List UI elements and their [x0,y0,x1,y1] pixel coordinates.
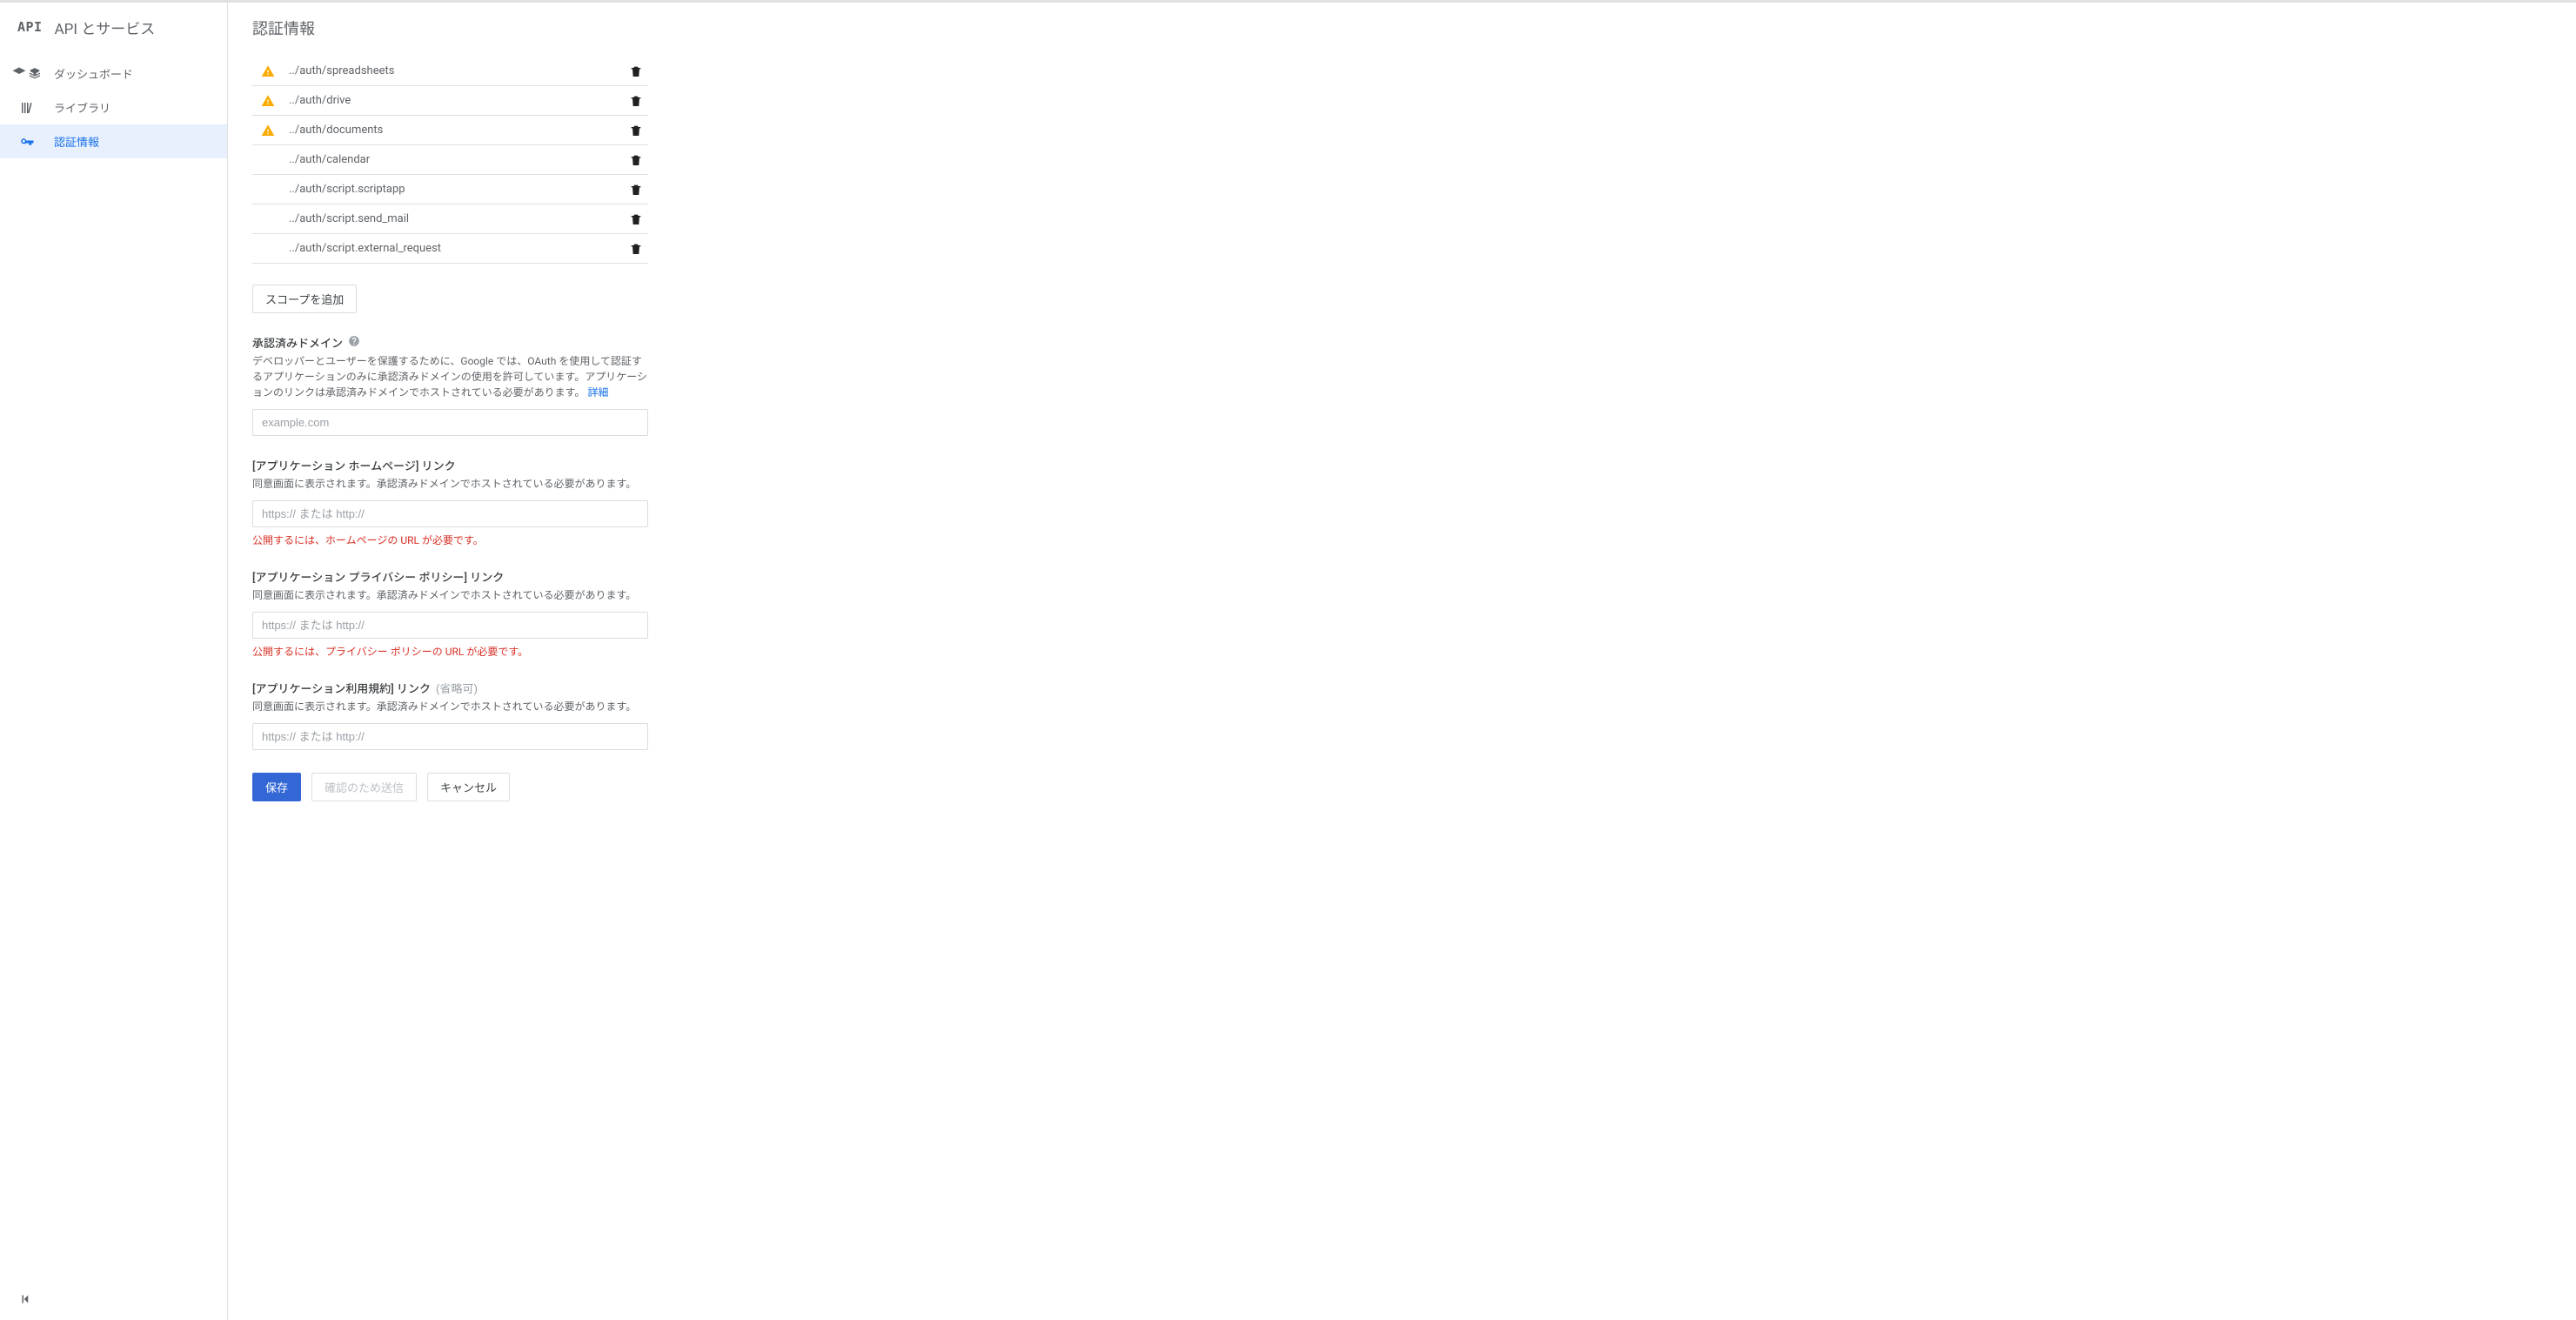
tos-url-input[interactable] [252,723,648,750]
section-title-text: [アプリケーション ホームページ] リンク [252,457,456,473]
delete-scope-button[interactable] [627,63,645,80]
trash-icon [629,212,643,226]
scope-path: ../auth/script.scriptapp [289,183,405,196]
optional-label: (省略可) [436,680,478,696]
sidebar-title: API とサービス [55,17,156,38]
section-title-text: 承認済みドメイン [252,334,343,351]
section-desc: デベロッパーとユーザーを保護するために、Google では、OAuth を使用し… [252,353,648,400]
page-title: 認証情報 [252,3,2552,57]
scope-row: ../auth/script.send_mail [252,204,648,234]
authorized-domain-input[interactable] [252,409,648,436]
api-logo: API [17,19,43,35]
scope-path: ../auth/documents [289,124,383,137]
scope-row: ../auth/script.external_request [252,234,648,264]
error-message: 公開するには、プライバシー ポリシーの URL が必要です。 [252,644,648,659]
help-icon[interactable] [348,335,360,351]
details-link[interactable]: 詳細 [587,386,608,399]
save-button[interactable]: 保存 [252,773,301,801]
section-desc: 同意画面に表示されます。承認済みドメインでホストされている必要があります。 [252,587,648,603]
collapse-sidebar-button[interactable] [16,1289,37,1310]
dashboard-icon [19,66,35,82]
delete-scope-button[interactable] [627,151,645,169]
scope-row: ../auth/drive [252,86,648,116]
cancel-button[interactable]: キャンセル [427,773,510,801]
section-desc: 同意画面に表示されます。承認済みドメインでホストされている必要があります。 [252,699,648,714]
scope-path: ../auth/spreadsheets [289,64,394,77]
scope-path: ../auth/script.send_mail [289,212,409,225]
section-title-text: [アプリケーション プライバシー ポリシー] リンク [252,568,504,585]
add-scope-button[interactable]: スコープを追加 [252,285,357,313]
delete-scope-button[interactable] [627,211,645,228]
scope-path: ../auth/script.external_request [289,242,441,255]
section-title-text: [アプリケーション利用規約] リンク [252,680,431,696]
authorized-domains-section: 承認済みドメイン デベロッパーとユーザーを保護するために、Google では、O… [252,334,648,436]
trash-icon [629,242,643,256]
delete-scope-button[interactable] [627,181,645,198]
sidebar: API API とサービス ダッシュボード ライブラリ [0,3,228,1320]
scope-path: ../auth/drive [289,94,351,107]
scope-list: ../auth/spreadsheets ../auth/drive ../auth… [252,57,648,264]
sidebar-item-library[interactable]: ライブラリ [0,90,227,124]
privacy-link-section: [アプリケーション プライバシー ポリシー] リンク 同意画面に表示されます。承… [252,568,648,659]
sidebar-item-dashboard[interactable]: ダッシュボード [0,57,227,90]
sidebar-item-label: ライブラリ [54,99,110,116]
scope-row: ../auth/script.scriptapp [252,175,648,204]
scope-row: ../auth/documents [252,116,648,145]
button-row: 保存 確認のため送信 キャンセル [252,773,648,801]
warning-icon [261,64,277,78]
trash-icon [629,64,643,78]
homepage-url-input[interactable] [252,500,648,527]
homepage-link-section: [アプリケーション ホームページ] リンク 同意画面に表示されます。承認済みドメ… [252,457,648,547]
trash-icon [629,124,643,137]
scope-path: ../auth/calendar [289,153,370,166]
scope-row: ../auth/spreadsheets [252,57,648,86]
delete-scope-button[interactable] [627,122,645,139]
error-message: 公開するには、ホームページの URL が必要です。 [252,533,648,547]
trash-icon [629,153,643,167]
nav-list: ダッシュボード ライブラリ 認証情報 [0,57,227,158]
library-icon [19,100,35,116]
main-content: 認証情報 ../auth/spreadsheets ../auth/drive..… [228,3,2576,1320]
trash-icon [629,183,643,197]
sidebar-item-label: 認証情報 [54,133,99,150]
key-icon [19,134,35,150]
privacy-url-input[interactable] [252,612,648,639]
submit-verification-button[interactable]: 確認のため送信 [311,773,417,801]
sidebar-header: API API とサービス [0,3,227,51]
delete-scope-button[interactable] [627,92,645,110]
warning-icon [261,124,277,137]
section-desc: 同意画面に表示されます。承認済みドメインでホストされている必要があります。 [252,476,648,492]
sidebar-item-label: ダッシュボード [54,65,133,82]
tos-link-section: [アプリケーション利用規約] リンク (省略可) 同意画面に表示されます。承認済… [252,680,648,750]
scope-row: ../auth/calendar [252,145,648,175]
trash-icon [629,94,643,108]
delete-scope-button[interactable] [627,240,645,258]
sidebar-item-credentials[interactable]: 認証情報 [0,124,227,158]
warning-icon [261,94,277,108]
